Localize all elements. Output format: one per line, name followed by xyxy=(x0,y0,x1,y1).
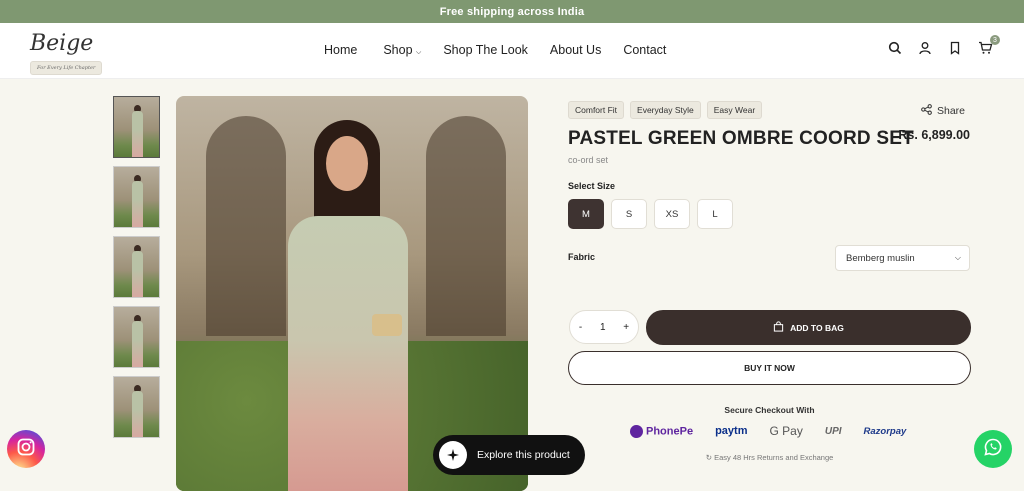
header-icons: 3 xyxy=(888,35,1000,57)
chevron-down-icon: ⌵ xyxy=(416,49,422,56)
thumbnail-3[interactable] xyxy=(113,236,160,298)
search-icon[interactable] xyxy=(888,41,904,57)
thumbnail-5[interactable] xyxy=(113,376,160,438)
fabric-select[interactable]: Bemberg muslin ⌵ xyxy=(835,245,970,271)
nav-shop-the-look[interactable]: Shop The Look xyxy=(443,43,528,57)
cart-icon[interactable]: 3 xyxy=(978,35,1000,57)
size-option-l[interactable]: L xyxy=(697,199,733,229)
product-main-image[interactable] xyxy=(176,96,528,491)
brand-logo[interactable]: Beige For Every Life Chapter xyxy=(28,31,103,75)
product-price: Rs. 6,899.00 xyxy=(898,128,970,142)
main-nav: Home Shop ⌵ Shop The Look About Us Conta… xyxy=(324,43,666,57)
size-option-m[interactable]: M xyxy=(568,199,604,229)
explore-product-button[interactable]: Explore this product xyxy=(433,435,585,475)
explore-label: Explore this product xyxy=(477,449,570,461)
nav-contact[interactable]: Contact xyxy=(623,43,666,57)
announcement-bar: Free shipping across India xyxy=(0,0,1024,23)
paytm-logo: paytm xyxy=(715,425,748,437)
returns-text: Easy 48 Hrs Returns and Exchange xyxy=(714,453,834,462)
upi-logo: UPI xyxy=(824,425,842,437)
whatsapp-button[interactable] xyxy=(974,430,1012,468)
add-to-bag-button[interactable]: ADD TO BAG xyxy=(646,310,971,345)
refresh-icon: ↻ xyxy=(705,453,712,462)
brand-tagline: For Every Life Chapter xyxy=(30,61,103,75)
share-icon xyxy=(921,104,932,118)
size-option-s[interactable]: S xyxy=(611,199,647,229)
instagram-icon xyxy=(16,437,36,462)
chevron-down-icon: ⌵ xyxy=(954,253,961,262)
product-subtitle: co-ord set xyxy=(568,155,609,165)
share-label: Share xyxy=(937,105,966,117)
whatsapp-icon xyxy=(983,437,1003,462)
announcement-text: Free shipping across India xyxy=(439,5,585,18)
buy-it-now-label: BUY IT NOW xyxy=(744,363,795,373)
fabric-value: Bemberg muslin xyxy=(846,252,915,264)
quantity-value: 1 xyxy=(599,321,606,333)
tag-easy-wear: Easy Wear xyxy=(706,101,763,119)
bag-icon xyxy=(773,321,784,334)
add-to-bag-label: ADD TO BAG xyxy=(790,322,844,333)
account-icon[interactable] xyxy=(918,41,934,57)
tag-comfort-fit: Comfort Fit xyxy=(568,101,625,119)
thumbnail-1[interactable] xyxy=(113,96,160,158)
fabric-label: Fabric xyxy=(568,252,596,262)
product-tags: Comfort Fit Everyday Style Easy Wear xyxy=(568,101,763,119)
nav-shop[interactable]: Shop ⌵ xyxy=(383,43,421,57)
nav-home[interactable]: Home xyxy=(324,43,357,57)
product-title: PASTEL GREEN OMBRE COORD SET xyxy=(568,128,914,149)
increment-button[interactable]: + xyxy=(623,322,629,333)
sparkle-icon xyxy=(439,441,467,469)
instagram-button[interactable] xyxy=(7,430,45,468)
payment-methods: PhonePe paytm G Pay UPI Razorpay xyxy=(630,424,906,438)
quantity-stepper: - 1 + xyxy=(569,310,639,344)
size-options: M S XS L xyxy=(568,199,733,229)
wishlist-bookmark-icon[interactable] xyxy=(948,41,964,57)
size-option-xs[interactable]: XS xyxy=(654,199,690,229)
product-thumbnails xyxy=(113,96,160,438)
nav-about-us[interactable]: About Us xyxy=(550,43,601,57)
tag-everyday-style: Everyday Style xyxy=(630,101,701,119)
cart-count-badge: 3 xyxy=(990,35,1000,45)
razorpay-logo: Razorpay xyxy=(863,425,907,437)
gpay-logo: G Pay xyxy=(769,424,803,438)
share-button[interactable]: Share xyxy=(921,104,965,118)
buy-it-now-button[interactable]: BUY IT NOW xyxy=(568,351,971,385)
secure-checkout-heading: Secure Checkout With xyxy=(724,405,815,415)
size-label: Select Size xyxy=(568,181,616,191)
site-header: Beige For Every Life Chapter Home Shop ⌵… xyxy=(0,23,1024,79)
thumbnail-4[interactable] xyxy=(113,306,160,368)
phonepe-logo: PhonePe xyxy=(630,424,693,438)
decrement-button[interactable]: - xyxy=(579,322,582,333)
brand-name: Beige xyxy=(30,31,94,56)
nav-shop-label: Shop xyxy=(383,43,413,57)
thumbnail-2[interactable] xyxy=(113,166,160,228)
returns-note: ↻ Easy 48 Hrs Returns and Exchange xyxy=(568,453,971,462)
